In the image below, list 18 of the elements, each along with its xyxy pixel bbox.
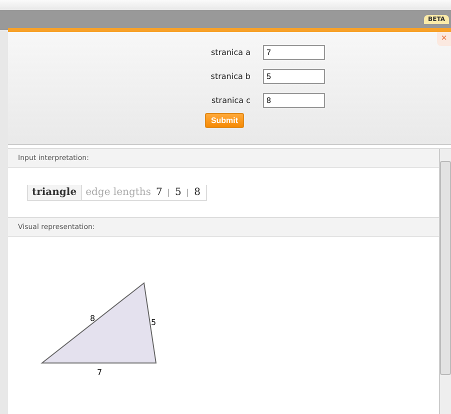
scrollbar-thumb[interactable]	[440, 161, 451, 375]
field-label: stranica c	[210, 96, 250, 105]
input-field[interactable]: 7	[262, 45, 324, 60]
edge-label: 7	[97, 368, 102, 377]
field-label: stranica b	[210, 72, 250, 81]
edge-label: 5	[151, 318, 156, 327]
separator: |	[167, 188, 170, 196]
scrollbar[interactable]	[439, 149, 451, 414]
input-field[interactable]: 5	[262, 69, 324, 84]
interpretation-label: edge lengths	[84, 186, 151, 198]
interpretation-value: 5	[174, 186, 182, 198]
separator: |	[186, 188, 190, 196]
edge-label: 8	[90, 314, 96, 323]
field-label: stranica a	[210, 48, 250, 57]
input-field[interactable]: 8	[262, 93, 324, 108]
interpretation-value: 7	[154, 186, 164, 198]
interpretation-value: 8	[193, 186, 202, 198]
interpretation-term: triangle	[28, 184, 82, 200]
